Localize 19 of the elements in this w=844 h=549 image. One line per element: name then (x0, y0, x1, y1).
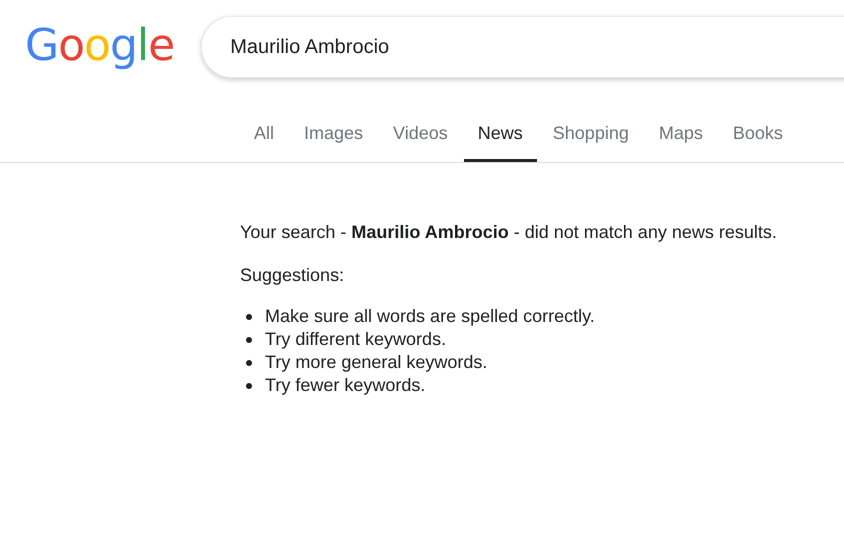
suggestion-text: Try different keywords. (265, 328, 446, 351)
bullet-icon (246, 314, 252, 320)
tab[interactable]: All (240, 121, 288, 162)
tab[interactable]: Shopping (538, 121, 643, 162)
search-field[interactable]: Maurilio Ambrocio (201, 16, 844, 78)
tab[interactable]: News (464, 121, 537, 162)
bullet-icon (246, 360, 252, 366)
suggestion-text: Make sure all words are spelled correctly. (265, 305, 595, 328)
suggestion-text: Try more general keywords. (265, 351, 488, 374)
tab[interactable]: Images (290, 121, 378, 162)
suggestions-heading: Suggestions: (240, 264, 346, 287)
logo[interactable]: Google (25, 24, 174, 70)
bullet-icon (246, 382, 252, 388)
no-results-message: Your search - Maurilio Ambrocio - did not match any news results. (240, 221, 778, 244)
suggestion-text: Try fewer keywords. (265, 374, 426, 397)
tab[interactable]: Books (718, 121, 797, 162)
tab[interactable]: Maps (644, 121, 717, 162)
bullet-icon (246, 336, 252, 342)
tab[interactable]: Videos (379, 121, 462, 162)
